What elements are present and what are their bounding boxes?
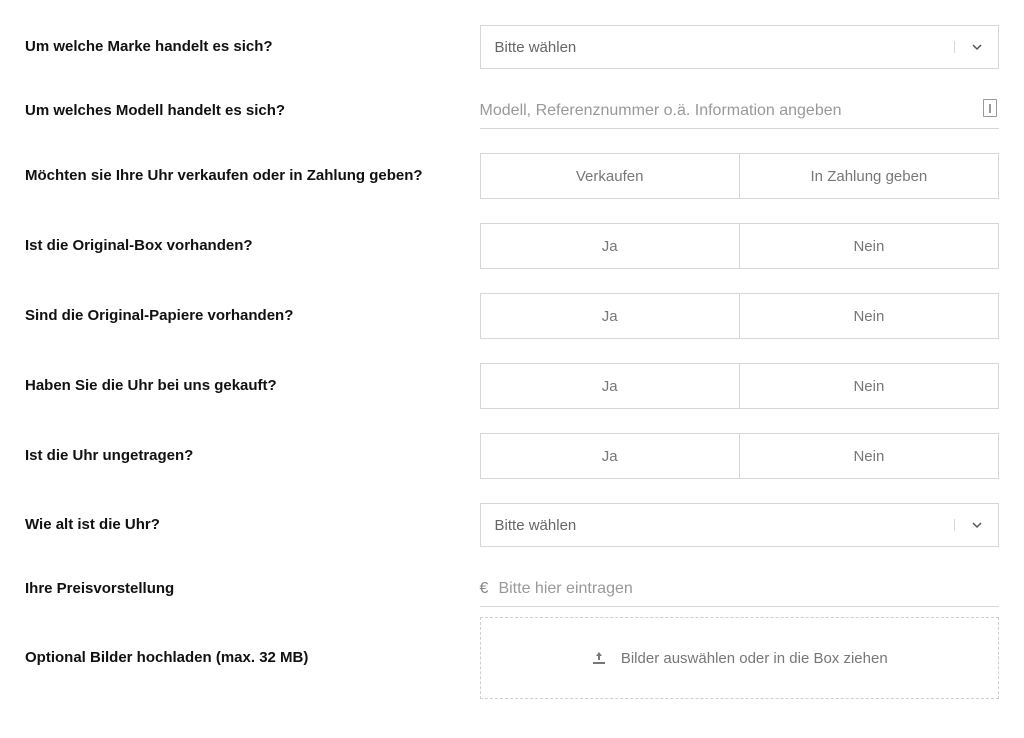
- age-label: Wie alt ist die Uhr?: [25, 515, 480, 535]
- box-no-button[interactable]: Nein: [739, 224, 998, 268]
- model-input[interactable]: [480, 93, 999, 129]
- dropzone-text: Bilder auswählen oder in die Box ziehen: [621, 650, 888, 667]
- euro-icon: €: [480, 580, 489, 598]
- unworn-label: Ist die Uhr ungetragen?: [25, 446, 480, 466]
- price-input[interactable]: [498, 580, 999, 598]
- age-select[interactable]: Bitte wählen: [480, 503, 999, 547]
- keyboard-icon: [983, 99, 997, 117]
- upload-icon: [591, 650, 607, 666]
- model-label: Um welches Modell handelt es sich?: [25, 101, 480, 121]
- chevron-down-icon: [954, 41, 998, 53]
- bought-label: Haben Sie die Uhr bei uns gekauft?: [25, 376, 480, 396]
- price-label: Ihre Preisvorstellung: [25, 579, 480, 599]
- image-dropzone[interactable]: Bilder auswählen oder in die Box ziehen: [480, 617, 999, 699]
- box-toggle: Ja Nein: [480, 223, 999, 269]
- unworn-toggle: Ja Nein: [480, 433, 999, 479]
- chevron-down-icon: [954, 519, 998, 531]
- unworn-no-button[interactable]: Nein: [739, 434, 998, 478]
- intent-label: Möchten sie Ihre Uhr verkaufen oder in Z…: [25, 166, 480, 186]
- papers-yes-button[interactable]: Ja: [481, 294, 739, 338]
- brand-select[interactable]: Bitte wählen: [480, 25, 999, 69]
- box-yes-button[interactable]: Ja: [481, 224, 739, 268]
- bought-no-button[interactable]: Nein: [739, 364, 998, 408]
- bought-toggle: Ja Nein: [480, 363, 999, 409]
- price-field: €: [480, 571, 999, 607]
- brand-select-value: Bitte wählen: [481, 39, 954, 56]
- bought-yes-button[interactable]: Ja: [481, 364, 739, 408]
- unworn-yes-button[interactable]: Ja: [481, 434, 739, 478]
- intent-tradein-button[interactable]: In Zahlung geben: [739, 154, 998, 198]
- papers-toggle: Ja Nein: [480, 293, 999, 339]
- upload-label: Optional Bilder hochladen (max. 32 MB): [25, 648, 480, 668]
- intent-sell-button[interactable]: Verkaufen: [481, 154, 739, 198]
- papers-no-button[interactable]: Nein: [739, 294, 998, 338]
- brand-label: Um welche Marke handelt es sich?: [25, 37, 480, 57]
- box-label: Ist die Original-Box vorhanden?: [25, 236, 480, 256]
- intent-toggle: Verkaufen In Zahlung geben: [480, 153, 999, 199]
- papers-label: Sind die Original-Papiere vorhanden?: [25, 306, 480, 326]
- age-select-value: Bitte wählen: [481, 517, 954, 534]
